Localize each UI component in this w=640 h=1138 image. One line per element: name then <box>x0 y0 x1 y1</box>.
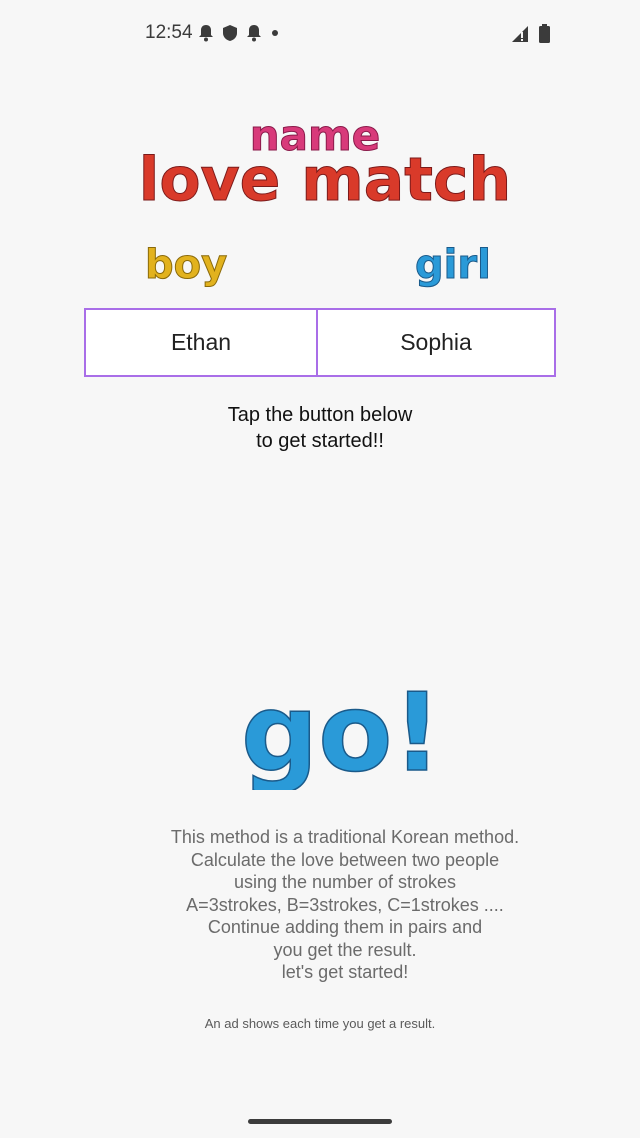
shield-icon <box>223 25 237 41</box>
boy-label-text: boy <box>145 242 227 288</box>
instruction-line-1: Tap the button below <box>227 404 413 426</box>
status-left-icons <box>198 24 280 42</box>
logo-line-love-match: love match <box>139 145 511 210</box>
description: This method is a traditional Korean meth… <box>0 826 640 984</box>
description-line: using the number of strokes <box>233 872 457 892</box>
status-right-icons <box>511 24 550 43</box>
description-line: let's get started! <box>281 962 409 982</box>
go-button[interactable]: go! <box>236 665 436 790</box>
signal-icon <box>512 25 528 42</box>
status-time: 12:54 <box>145 22 193 43</box>
app-logo: name love match <box>138 111 511 211</box>
status-bar: 12:54 <box>0 0 640 70</box>
girl-label: girl <box>415 242 492 289</box>
description-line: A=3strokes, B=3strokes, C=1strokes .... <box>186 894 504 915</box>
names-row: Ethan Sophia <box>84 308 556 377</box>
notification-bell-icon <box>199 25 213 42</box>
description-line: Continue adding them in pairs and <box>207 917 483 937</box>
instruction-line-2: to get started!! <box>256 430 384 452</box>
description-line: This method is a traditional Korean meth… <box>170 827 520 847</box>
boy-name-field[interactable]: Ethan <box>84 308 318 377</box>
boy-label: boy <box>145 242 228 289</box>
girl-name-field[interactable]: Sophia <box>316 308 556 377</box>
instruction-text: Tap the button below to get started!! <box>0 402 640 454</box>
home-indicator[interactable] <box>248 1119 392 1124</box>
dot-icon <box>272 30 278 36</box>
description-line: you get the result. <box>273 939 417 960</box>
ad-note: An ad shows each time you get a result. <box>204 1016 436 1031</box>
notification-bell-icon <box>247 25 261 42</box>
description-line: Calculate the love between two people <box>190 849 500 870</box>
girl-label-text: girl <box>415 242 491 288</box>
go-button-text: go! <box>241 671 436 790</box>
battery-icon <box>539 24 550 43</box>
